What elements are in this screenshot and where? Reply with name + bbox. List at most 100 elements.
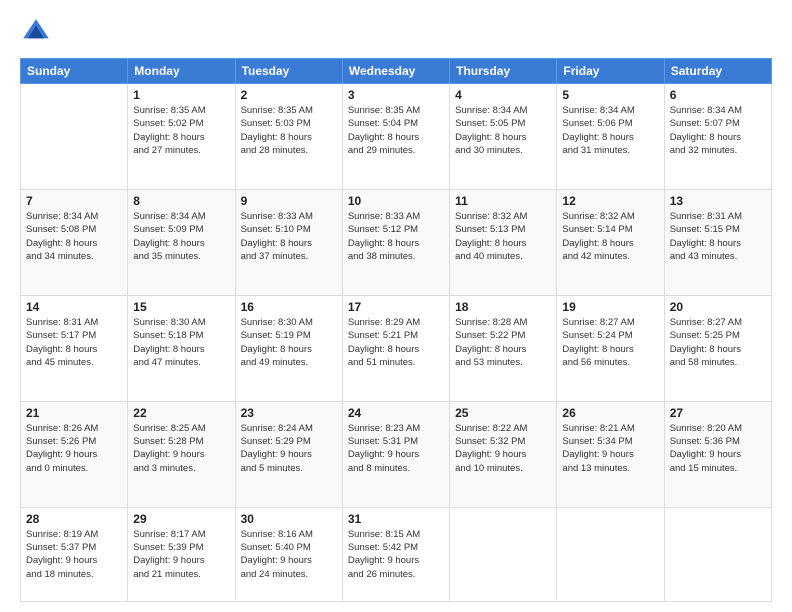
calendar-cell: 7Sunrise: 8:34 AM Sunset: 5:08 PM Daylig… (21, 189, 128, 295)
calendar-cell: 15 Sunrise: 8:30 AM Sunset: 5:18 PM Dayli… (128, 295, 235, 401)
day-info: Sunrise: 8:27 AM Sunset: 5:25 PM Dayligh… (670, 316, 766, 369)
calendar-cell (664, 507, 771, 601)
day-info: Sunrise: 8:32 AM Sunset: 5:13 PM Dayligh… (455, 210, 551, 263)
day-info: Sunrise: 8:35 AM Sunset: 5:03 PM Dayligh… (241, 104, 337, 157)
day-number: 17 (348, 300, 444, 314)
day-number: 15 (133, 300, 229, 314)
day-number: 9 (241, 194, 337, 208)
day-number: 13 (670, 194, 766, 208)
day-info: Sunrise: 8:34 AM Sunset: 5:07 PM Dayligh… (670, 104, 766, 157)
day-info: Sunrise: 8:19 AM Sunset: 5:37 PM Dayligh… (26, 528, 122, 581)
calendar-table: Sunday Monday Tuesday Wednesday Thursday… (20, 58, 772, 602)
day-number: 4 (455, 88, 551, 102)
col-wednesday: Wednesday (342, 59, 449, 84)
header-row: Sunday Monday Tuesday Wednesday Thursday… (21, 59, 772, 84)
day-number: 5 (562, 88, 658, 102)
day-number: 25 (455, 406, 551, 420)
day-info: Sunrise: 8:15 AM Sunset: 5:42 PM Dayligh… (348, 528, 444, 581)
calendar-cell: 19 Sunrise: 8:27 AM Sunset: 5:24 PM Dayli… (557, 295, 664, 401)
day-info: Sunrise: 8:34 AM Sunset: 5:05 PM Dayligh… (455, 104, 551, 157)
calendar-cell: 2 Sunrise: 8:35 AM Sunset: 5:03 PM Daylig… (235, 84, 342, 190)
calendar-cell (450, 507, 557, 601)
calendar-cell: 5 Sunrise: 8:34 AM Sunset: 5:06 PM Daylig… (557, 84, 664, 190)
day-number: 27 (670, 406, 766, 420)
day-info: Sunrise: 8:24 AM Sunset: 5:29 PM Dayligh… (241, 422, 337, 475)
day-number: 24 (348, 406, 444, 420)
day-number: 12 (562, 194, 658, 208)
calendar-cell: 14 Sunrise: 8:31 AM Sunset: 5:17 PM Dayli… (21, 295, 128, 401)
day-number: 29 (133, 512, 229, 526)
day-info: Sunrise: 8:34 AM Sunset: 5:06 PM Dayligh… (562, 104, 658, 157)
day-number: 20 (670, 300, 766, 314)
day-info: Sunrise: 8:23 AM Sunset: 5:31 PM Dayligh… (348, 422, 444, 475)
day-info: Sunrise: 8:25 AM Sunset: 5:28 PM Dayligh… (133, 422, 229, 475)
calendar-cell: 24 Sunrise: 8:23 AM Sunset: 5:31 PM Dayli… (342, 401, 449, 507)
calendar-cell: 21Sunrise: 8:26 AM Sunset: 5:26 PM Dayli… (21, 401, 128, 507)
day-info: Sunrise: 8:28 AM Sunset: 5:22 PM Dayligh… (455, 316, 551, 369)
calendar-cell: 23Sunrise: 8:24 AM Sunset: 5:29 PM Dayli… (235, 401, 342, 507)
calendar-cell: 28Sunrise: 8:19 AM Sunset: 5:37 PM Dayli… (21, 507, 128, 601)
calendar-cell: 12 Sunrise: 8:32 AM Sunset: 5:14 PM Dayli… (557, 189, 664, 295)
day-number: 8 (133, 194, 229, 208)
day-info: Sunrise: 8:32 AM Sunset: 5:14 PM Dayligh… (562, 210, 658, 263)
calendar-cell: 11 Sunrise: 8:32 AM Sunset: 5:13 PM Dayli… (450, 189, 557, 295)
day-number: 14 (26, 300, 122, 314)
day-number: 3 (348, 88, 444, 102)
day-number: 11 (455, 194, 551, 208)
day-info: Sunrise: 8:20 AM Sunset: 5:36 PM Dayligh… (670, 422, 766, 475)
calendar-cell: 26Sunrise: 8:21 AM Sunset: 5:34 PM Dayli… (557, 401, 664, 507)
day-info: Sunrise: 8:33 AM Sunset: 5:10 PM Dayligh… (241, 210, 337, 263)
col-friday: Friday (557, 59, 664, 84)
calendar-cell: 3 Sunrise: 8:35 AM Sunset: 5:04 PM Daylig… (342, 84, 449, 190)
day-info: Sunrise: 8:35 AM Sunset: 5:04 PM Dayligh… (348, 104, 444, 157)
day-info: Sunrise: 8:35 AM Sunset: 5:02 PM Dayligh… (133, 104, 229, 157)
day-info: Sunrise: 8:30 AM Sunset: 5:19 PM Dayligh… (241, 316, 337, 369)
page: Sunday Monday Tuesday Wednesday Thursday… (0, 0, 792, 612)
day-number: 7 (26, 194, 122, 208)
calendar-cell: 18 Sunrise: 8:28 AM Sunset: 5:22 PM Dayli… (450, 295, 557, 401)
calendar-cell: 13Sunrise: 8:31 AM Sunset: 5:15 PM Dayli… (664, 189, 771, 295)
calendar-cell: 8 Sunrise: 8:34 AM Sunset: 5:09 PM Daylig… (128, 189, 235, 295)
calendar-cell: 31 Sunrise: 8:15 AM Sunset: 5:42 PM Dayli… (342, 507, 449, 601)
calendar-cell: 29Sunrise: 8:17 AM Sunset: 5:39 PM Dayli… (128, 507, 235, 601)
day-number: 31 (348, 512, 444, 526)
col-saturday: Saturday (664, 59, 771, 84)
calendar-cell: 9 Sunrise: 8:33 AM Sunset: 5:10 PM Daylig… (235, 189, 342, 295)
calendar-cell: 25 Sunrise: 8:22 AM Sunset: 5:32 PM Dayli… (450, 401, 557, 507)
day-number: 30 (241, 512, 337, 526)
calendar-week-3: 14 Sunrise: 8:31 AM Sunset: 5:17 PM Dayli… (21, 295, 772, 401)
calendar-cell: 4 Sunrise: 8:34 AM Sunset: 5:05 PM Daylig… (450, 84, 557, 190)
calendar-cell: 6 Sunrise: 8:34 AM Sunset: 5:07 PM Daylig… (664, 84, 771, 190)
day-number: 10 (348, 194, 444, 208)
col-sunday: Sunday (21, 59, 128, 84)
day-info: Sunrise: 8:30 AM Sunset: 5:18 PM Dayligh… (133, 316, 229, 369)
day-number: 6 (670, 88, 766, 102)
logo-icon (20, 16, 52, 48)
day-info: Sunrise: 8:29 AM Sunset: 5:21 PM Dayligh… (348, 316, 444, 369)
calendar-week-1: 1 Sunrise: 8:35 AM Sunset: 5:02 PM Daylig… (21, 84, 772, 190)
day-info: Sunrise: 8:16 AM Sunset: 5:40 PM Dayligh… (241, 528, 337, 581)
calendar-cell: 10 Sunrise: 8:33 AM Sunset: 5:12 PM Dayli… (342, 189, 449, 295)
day-info: Sunrise: 8:34 AM Sunset: 5:09 PM Dayligh… (133, 210, 229, 263)
day-number: 1 (133, 88, 229, 102)
day-number: 19 (562, 300, 658, 314)
col-monday: Monday (128, 59, 235, 84)
calendar-cell: 27 Sunrise: 8:20 AM Sunset: 5:36 PM Dayli… (664, 401, 771, 507)
calendar-cell (557, 507, 664, 601)
calendar-cell: 30 Sunrise: 8:16 AM Sunset: 5:40 PM Dayli… (235, 507, 342, 601)
col-thursday: Thursday (450, 59, 557, 84)
day-info: Sunrise: 8:27 AM Sunset: 5:24 PM Dayligh… (562, 316, 658, 369)
day-info: Sunrise: 8:26 AM Sunset: 5:26 PM Dayligh… (26, 422, 122, 475)
day-info: Sunrise: 8:33 AM Sunset: 5:12 PM Dayligh… (348, 210, 444, 263)
day-number: 2 (241, 88, 337, 102)
day-number: 16 (241, 300, 337, 314)
calendar-week-2: 7Sunrise: 8:34 AM Sunset: 5:08 PM Daylig… (21, 189, 772, 295)
day-info: Sunrise: 8:22 AM Sunset: 5:32 PM Dayligh… (455, 422, 551, 475)
day-number: 26 (562, 406, 658, 420)
day-number: 18 (455, 300, 551, 314)
calendar-cell (21, 84, 128, 190)
day-number: 22 (133, 406, 229, 420)
col-tuesday: Tuesday (235, 59, 342, 84)
day-info: Sunrise: 8:31 AM Sunset: 5:17 PM Dayligh… (26, 316, 122, 369)
logo (20, 16, 56, 48)
